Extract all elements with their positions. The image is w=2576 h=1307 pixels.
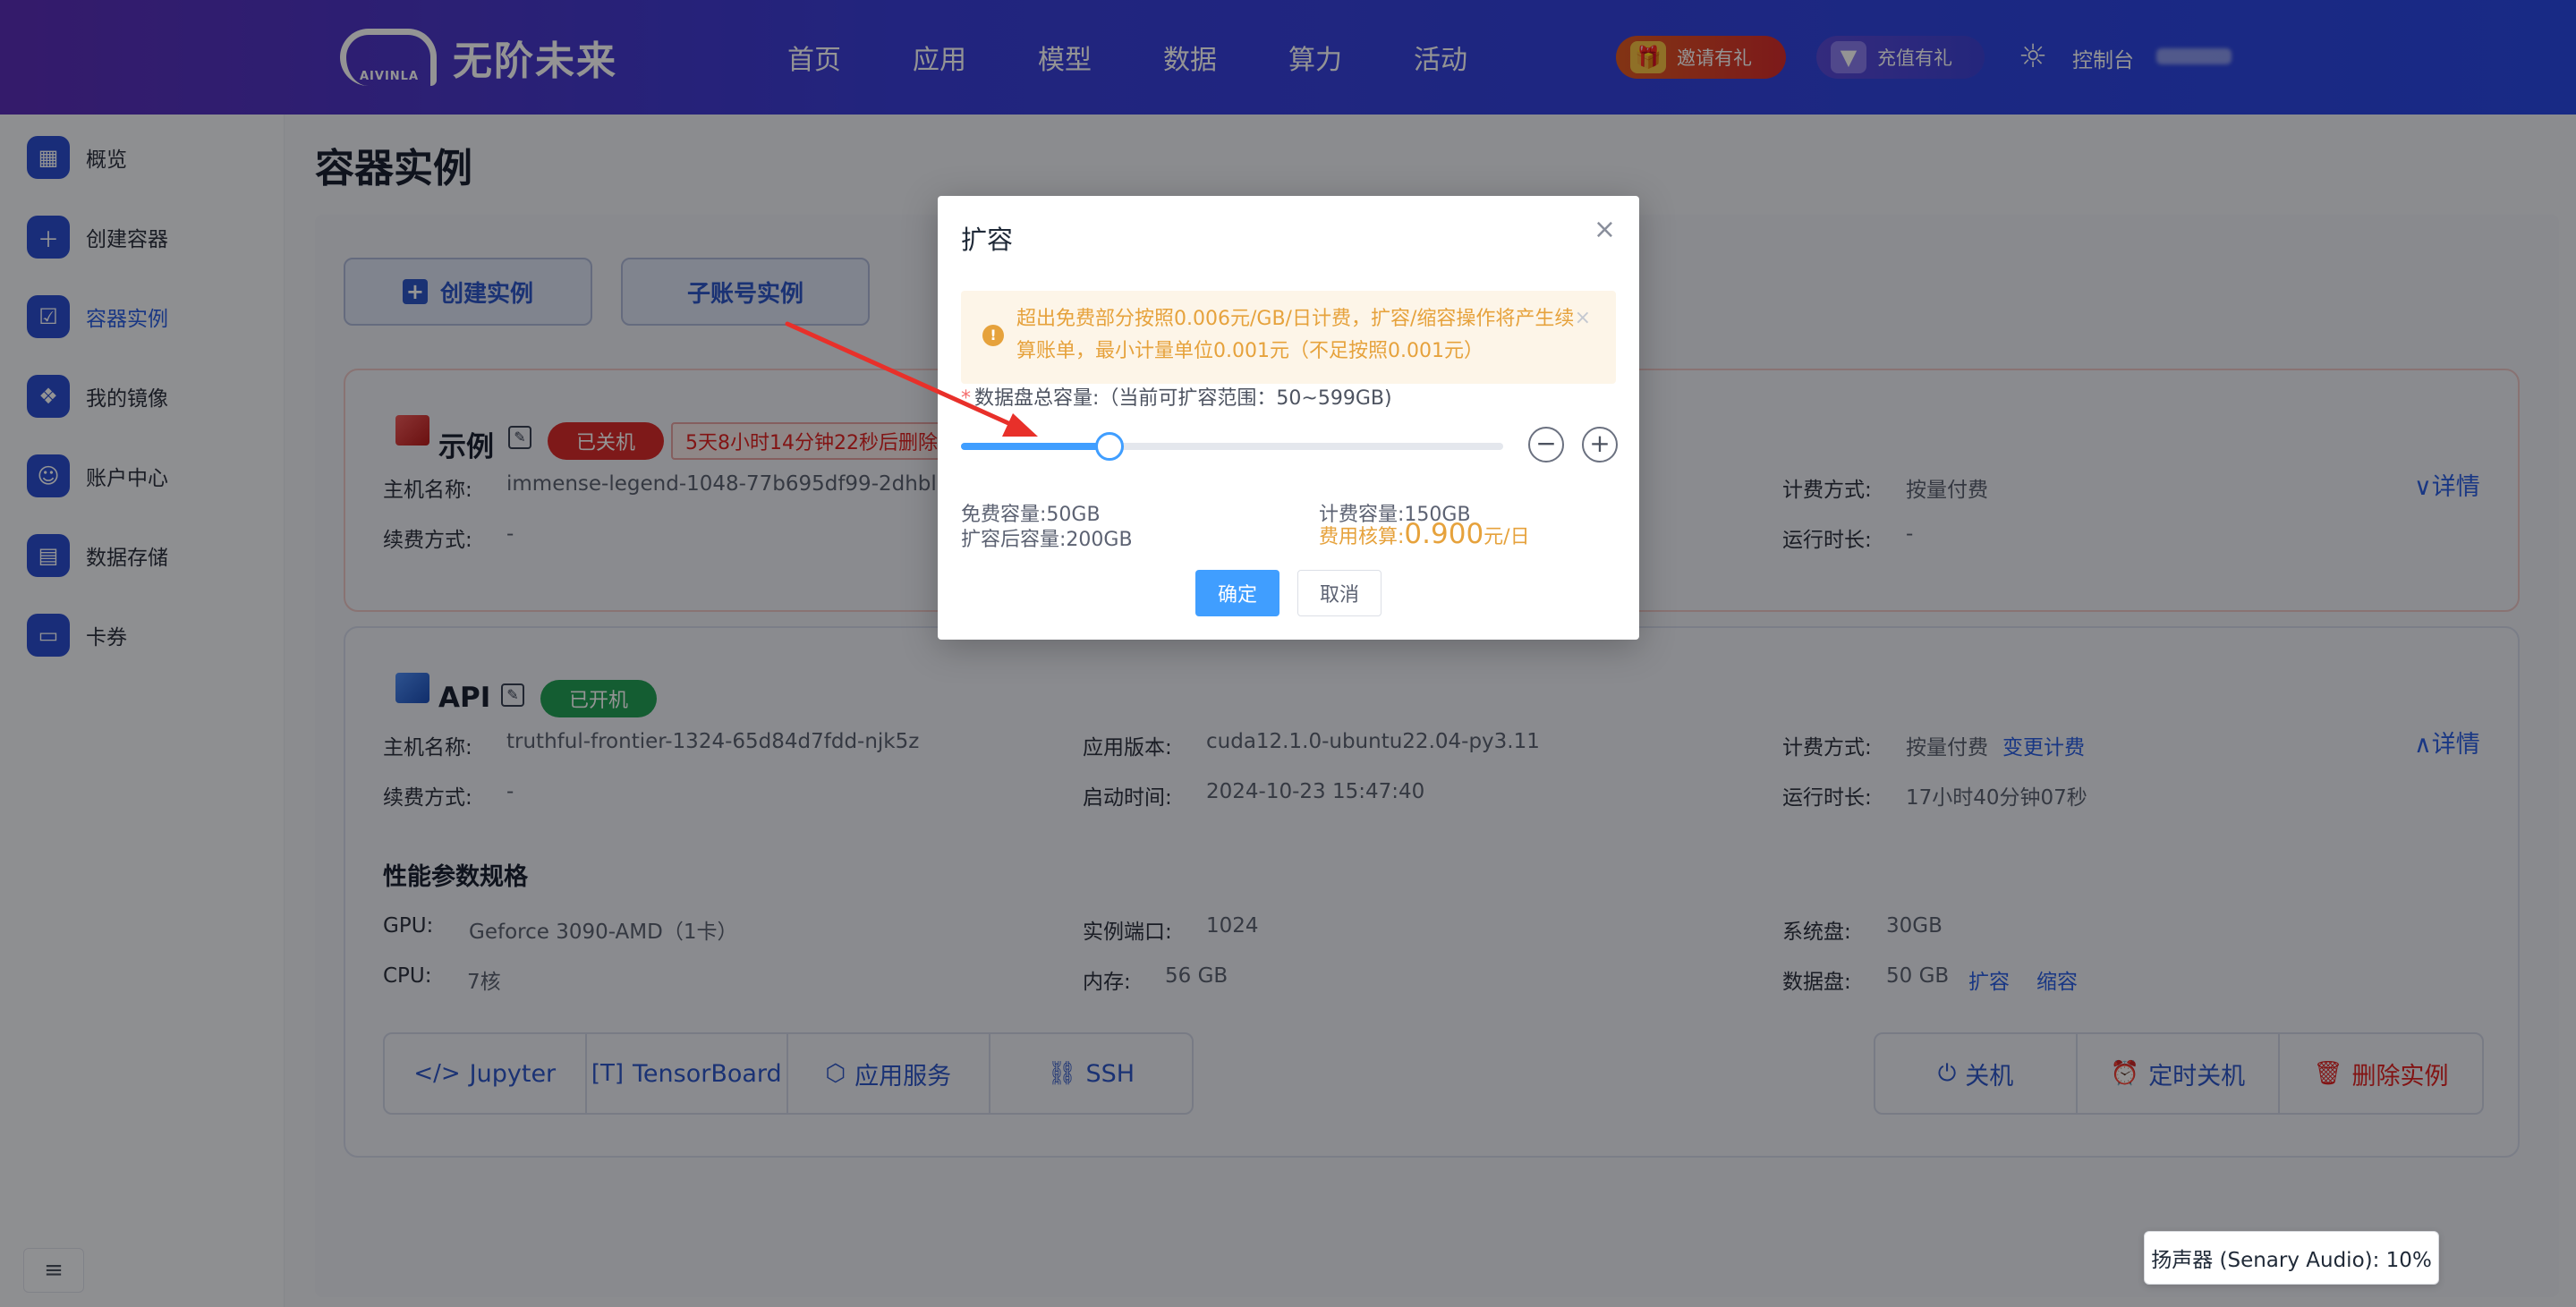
- capacity-label-text: 数据盘总容量:（当前可扩容范围：50~599GB): [974, 387, 1392, 410]
- required-mark: *: [961, 387, 971, 410]
- cost-unit: 元/日: [1484, 526, 1530, 548]
- close-icon[interactable]: ×: [1594, 214, 1616, 245]
- billing-warning-alert: ! 超出免费部分按照0.006元/GB/日计费，扩容/缩容操作将产生续算账单，最…: [961, 291, 1616, 384]
- confirm-button[interactable]: 确定: [1195, 570, 1279, 616]
- alert-text: 超出免费部分按照0.006元/GB/日计费，扩容/缩容操作将产生续算账单，最小计…: [1016, 308, 1575, 362]
- cancel-button[interactable]: 取消: [1297, 570, 1382, 616]
- slider-handle[interactable]: [1094, 432, 1124, 461]
- volume-toast: 扬声器 (Senary Audio): 10%: [2144, 1231, 2439, 1285]
- cost-value: 0.900: [1404, 518, 1484, 550]
- alert-close-icon[interactable]: ×: [1575, 307, 1591, 329]
- after-capacity-value: 200GB: [1066, 529, 1133, 551]
- after-capacity: 扩容后容量:200GB: [961, 523, 1133, 552]
- after-capacity-label: 扩容后容量:: [961, 529, 1067, 551]
- increase-button[interactable]: +: [1582, 427, 1618, 463]
- cost-label: 费用核算:: [1319, 526, 1405, 548]
- expand-dialog: 扩容 × ! 超出免费部分按照0.006元/GB/日计费，扩容/缩容操作将产生续…: [938, 196, 1639, 640]
- capacity-slider[interactable]: [961, 432, 1503, 461]
- slider-fill: [961, 443, 1109, 450]
- dialog-title: 扩容: [961, 225, 1014, 255]
- capacity-label: * 数据盘总容量:（当前可扩容范围：50~599GB): [961, 382, 1392, 411]
- decrease-button[interactable]: −: [1528, 427, 1564, 463]
- cost-estimate: 费用核算:0.900元/日: [1319, 518, 1530, 550]
- warning-icon: !: [982, 325, 1004, 346]
